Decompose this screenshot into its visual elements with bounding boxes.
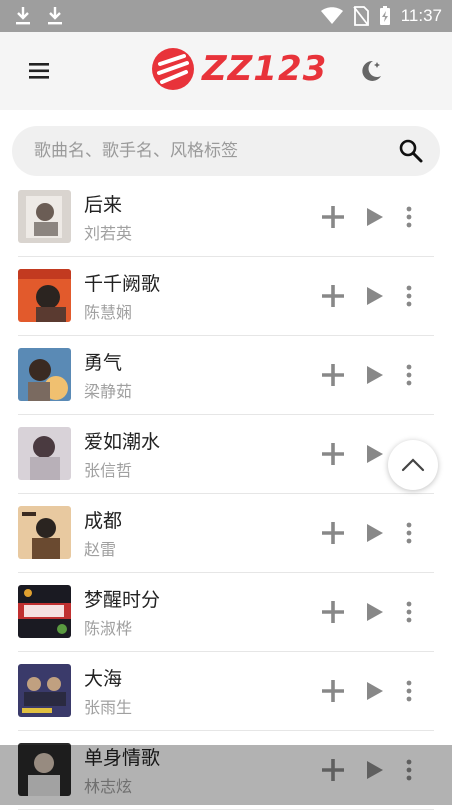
song-title: 大海 xyxy=(84,668,123,690)
status-time: 11:37 xyxy=(400,6,442,25)
wifi-icon xyxy=(320,7,343,24)
song-row[interactable]: 勇气 梁静茹 xyxy=(18,336,434,415)
play-button[interactable] xyxy=(360,676,390,706)
search-bar xyxy=(12,126,440,176)
play-icon xyxy=(367,524,383,542)
scroll-to-top-button[interactable] xyxy=(388,440,438,490)
more-options-button[interactable] xyxy=(394,202,424,232)
song-row[interactable]: 后来 刘若英 xyxy=(18,178,434,257)
play-icon xyxy=(367,682,383,700)
play-icon xyxy=(367,603,383,621)
song-artist: 刘若英 xyxy=(84,224,133,243)
more-vertical-icon xyxy=(406,285,412,307)
play-icon xyxy=(367,366,383,384)
bottom-overlay xyxy=(0,745,452,805)
more-vertical-icon xyxy=(406,522,412,544)
play-button[interactable] xyxy=(360,439,390,469)
album-cover xyxy=(18,427,71,480)
song-title: 成都 xyxy=(84,510,123,532)
play-button[interactable] xyxy=(360,360,390,390)
add-to-playlist-button[interactable] xyxy=(318,518,348,548)
more-vertical-icon xyxy=(406,601,412,623)
more-vertical-icon xyxy=(406,364,412,386)
add-to-playlist-button[interactable] xyxy=(318,597,348,627)
plus-icon xyxy=(322,522,344,544)
song-artist: 赵雷 xyxy=(84,540,117,559)
plus-icon xyxy=(322,601,344,623)
play-icon xyxy=(367,287,383,305)
song-row[interactable]: 千千阙歌 陈慧娴 xyxy=(18,257,434,336)
play-button[interactable] xyxy=(360,281,390,311)
plus-icon xyxy=(322,443,344,465)
app-logo: ZZ123 xyxy=(150,46,327,92)
moon-icon xyxy=(362,60,381,81)
theme-toggle-button[interactable] xyxy=(356,56,386,86)
play-icon xyxy=(367,445,383,463)
song-row[interactable]: 大海 张雨生 xyxy=(18,652,434,731)
add-to-playlist-button[interactable] xyxy=(318,281,348,311)
chevron-up-icon xyxy=(401,458,425,472)
search-icon xyxy=(399,139,423,163)
song-title: 勇气 xyxy=(84,352,123,374)
song-title: 爱如潮水 xyxy=(84,431,161,453)
album-cover xyxy=(18,506,71,559)
search-button[interactable] xyxy=(398,138,424,164)
more-options-button[interactable] xyxy=(394,676,424,706)
song-artist: 梁静茹 xyxy=(84,382,133,401)
song-list: 后来 刘若英 千千阙歌 陈慧娴 勇气 梁静茹 爱如潮水 张信哲 成都 赵雷 梦醒… xyxy=(18,178,434,810)
add-to-playlist-button[interactable] xyxy=(318,360,348,390)
add-to-playlist-button[interactable] xyxy=(318,676,348,706)
plus-icon xyxy=(322,364,344,386)
play-button[interactable] xyxy=(360,202,390,232)
album-cover xyxy=(18,269,71,322)
more-vertical-icon xyxy=(406,206,412,228)
battery-charging-icon xyxy=(379,6,390,25)
app-header: ZZ123 xyxy=(0,32,452,110)
status-bar: 11:37 xyxy=(0,0,452,32)
song-row[interactable]: 成都 赵雷 xyxy=(18,494,434,573)
more-options-button[interactable] xyxy=(394,597,424,627)
logo-emblem-icon xyxy=(152,48,194,90)
album-cover xyxy=(18,664,71,717)
song-title: 千千阙歌 xyxy=(84,273,161,295)
song-artist: 张雨生 xyxy=(84,698,133,717)
play-button[interactable] xyxy=(360,518,390,548)
play-icon xyxy=(367,208,383,226)
song-row[interactable]: 梦醒时分 陈淑桦 xyxy=(18,573,434,652)
song-row[interactable]: 爱如潮水 张信哲 xyxy=(18,415,434,494)
search-input[interactable] xyxy=(32,140,376,162)
more-vertical-icon xyxy=(406,680,412,702)
album-cover xyxy=(18,585,71,638)
add-to-playlist-button[interactable] xyxy=(318,202,348,232)
hamburger-menu-icon xyxy=(29,63,49,79)
song-artist: 张信哲 xyxy=(84,461,133,480)
more-options-button[interactable] xyxy=(394,360,424,390)
more-options-button[interactable] xyxy=(394,518,424,548)
download-icon xyxy=(48,7,62,25)
logo-text: ZZ123 xyxy=(202,49,328,89)
song-artist: 陈淑桦 xyxy=(84,619,133,638)
no-sim-icon xyxy=(353,6,369,26)
album-cover xyxy=(18,348,71,401)
song-title: 梦醒时分 xyxy=(84,589,161,611)
play-button[interactable] xyxy=(360,597,390,627)
plus-icon xyxy=(322,206,344,228)
more-options-button[interactable] xyxy=(394,281,424,311)
album-cover xyxy=(18,190,71,243)
menu-button[interactable] xyxy=(27,58,53,84)
plus-icon xyxy=(322,285,344,307)
song-artist: 陈慧娴 xyxy=(84,303,133,322)
plus-icon xyxy=(322,680,344,702)
download-icon xyxy=(16,7,30,25)
song-title: 后来 xyxy=(84,194,123,216)
add-to-playlist-button[interactable] xyxy=(318,439,348,469)
